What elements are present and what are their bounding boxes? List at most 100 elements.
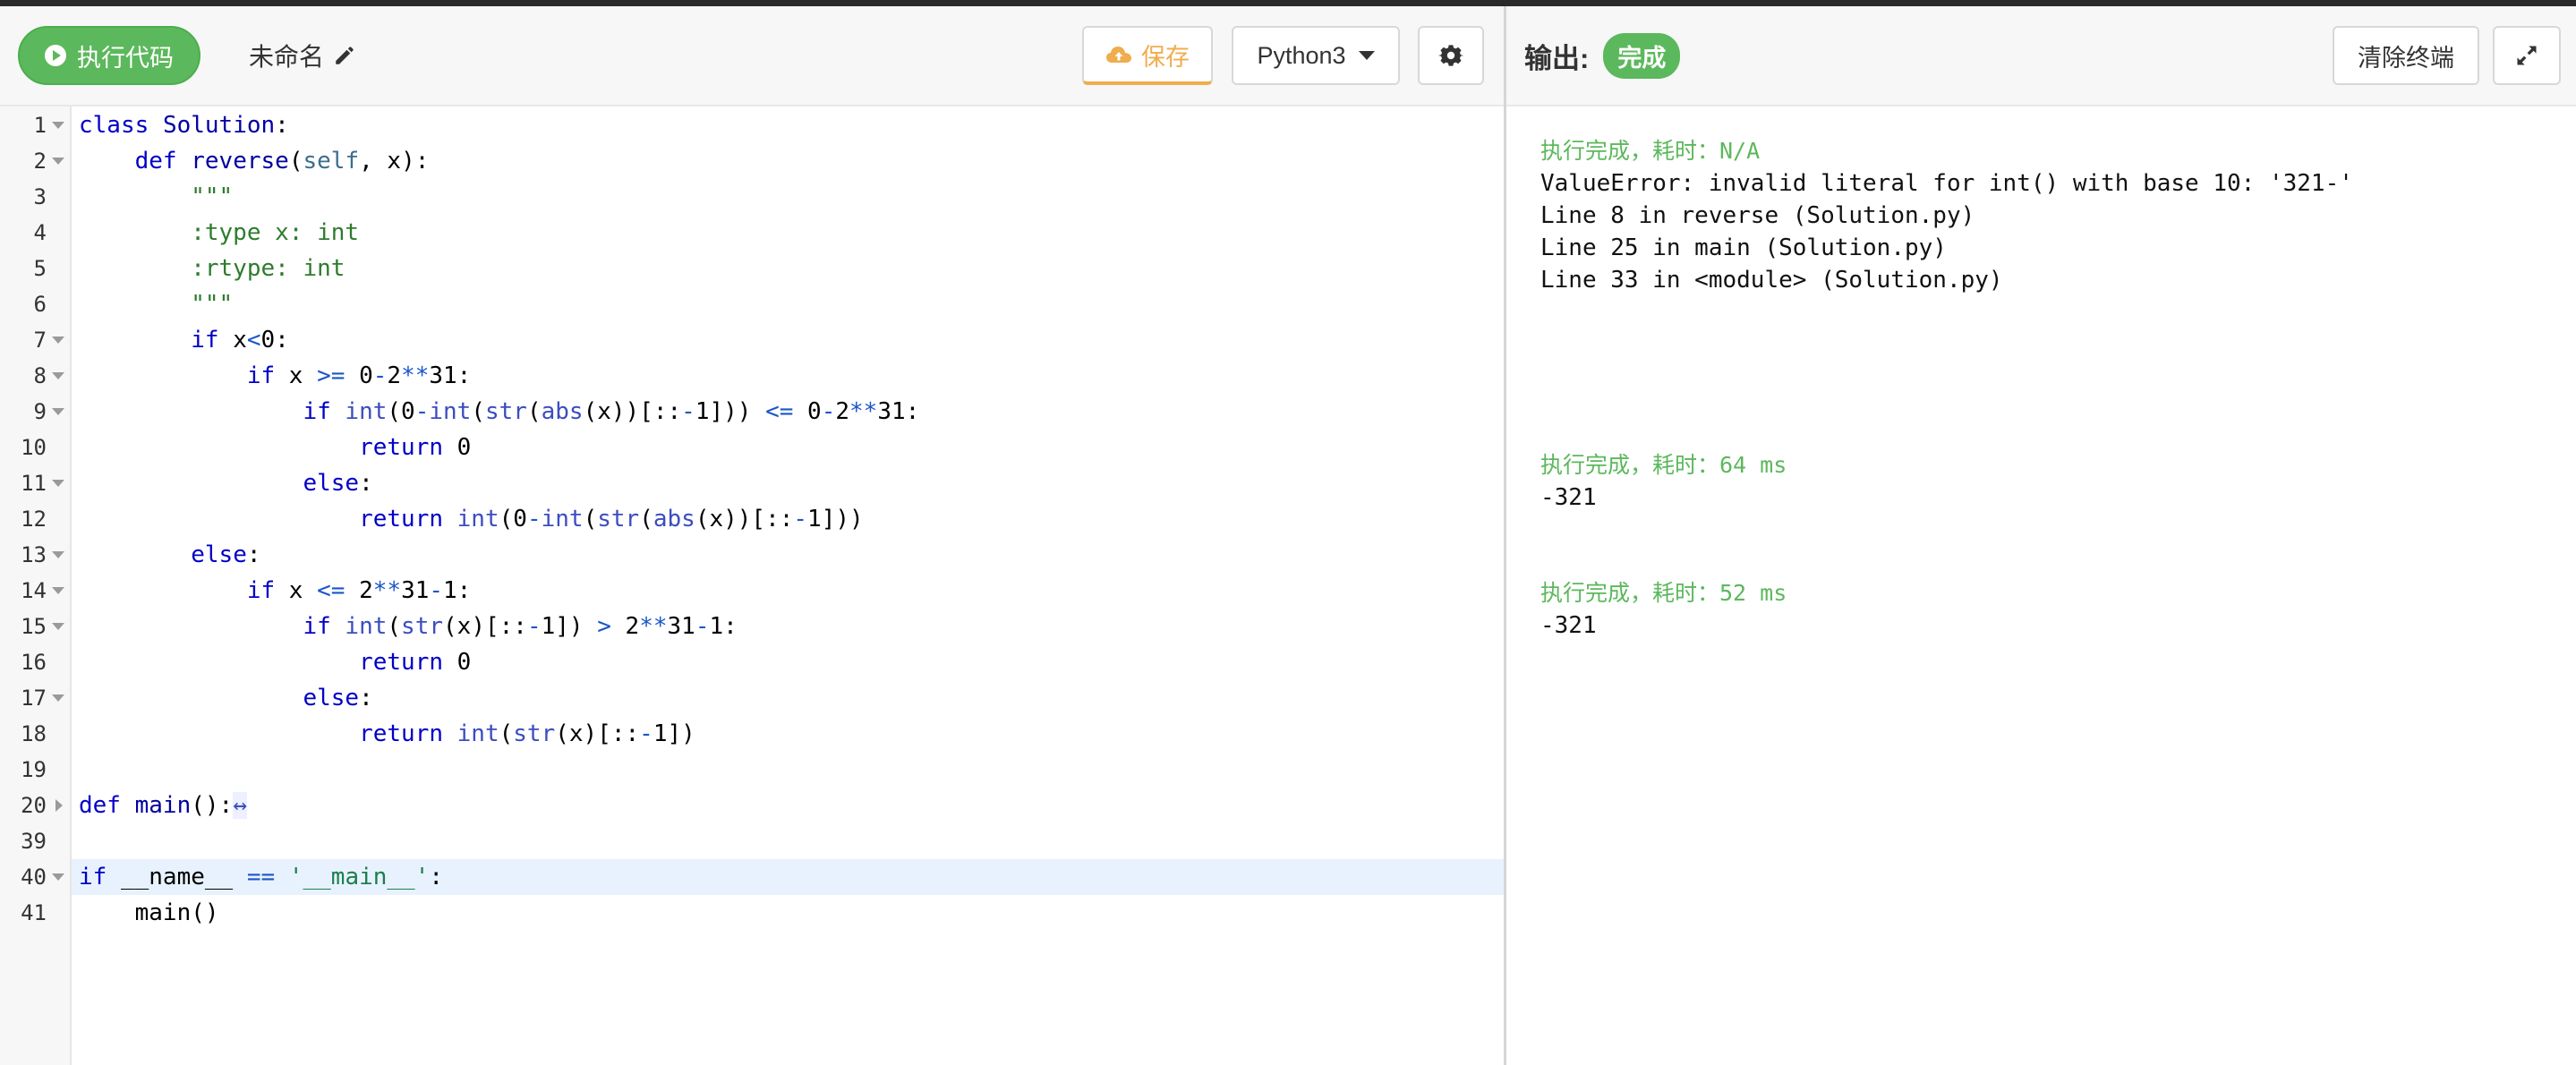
code-line[interactable]: :type x: int	[72, 215, 1504, 251]
output-line: Line 8 in reverse (Solution.py)	[1540, 202, 1975, 229]
output-line: -321	[1540, 484, 1597, 511]
code-text: """	[79, 291, 234, 318]
code-text: return int(str(x)[::-1])	[359, 720, 695, 747]
code-line[interactable]: class Solution:	[72, 107, 1504, 143]
fold-collapse-icon[interactable]	[52, 480, 64, 487]
line-number-gutter: 1 2 3 4 5 6 7 8 9 10 11 12 13 14 15 16 17 18 19 20 39 40 41	[0, 106, 72, 1065]
line-number: 18	[21, 721, 47, 746]
fold-collapse-icon[interactable]	[52, 337, 64, 344]
line-number: 40	[21, 865, 47, 890]
run-code-button[interactable]: 执行代码	[18, 26, 200, 85]
fold-expand-icon[interactable]	[55, 799, 63, 812]
settings-button[interactable]	[1418, 26, 1484, 85]
save-button[interactable]: 保存	[1082, 26, 1213, 85]
code-line[interactable]: else:	[72, 465, 1504, 501]
cloud-upload-icon	[1106, 47, 1131, 63]
line-number: 13	[21, 542, 47, 567]
output-terminal: 执行完成，耗时：N/A ValueError: invalid literal f…	[1506, 106, 2576, 1065]
code-text: if x >= 0-2**31:	[246, 362, 472, 389]
code-line[interactable]: return 0	[72, 644, 1504, 680]
code-line[interactable]: if int(0-int(str(abs(x))[::-1])) <= 0-2*…	[72, 394, 1504, 430]
code-line[interactable]: if int(str(x)[::-1]) > 2**31-1:	[72, 609, 1504, 644]
caret-down-icon	[1358, 51, 1375, 60]
code-text: :type x: int	[79, 219, 360, 246]
line-number: 16	[21, 650, 47, 675]
gear-icon	[1438, 45, 1463, 66]
code-line[interactable]: return int(str(x)[::-1])	[72, 716, 1504, 752]
code-line[interactable]: main()	[72, 895, 1504, 931]
code-text: main()	[79, 899, 219, 926]
fold-collapse-icon[interactable]	[52, 158, 64, 165]
code-line[interactable]: if __name__ == '__main__':	[72, 859, 1504, 895]
line-number: 2	[33, 149, 47, 174]
code-line[interactable]: def reverse(self, x):	[72, 143, 1504, 179]
code-line[interactable]	[72, 823, 1504, 859]
run-code-label: 执行代码	[77, 44, 174, 72]
output-line: Line 25 in main (Solution.py)	[1540, 234, 1947, 261]
code-text: """	[79, 183, 234, 210]
code-line[interactable]: return 0	[72, 430, 1504, 465]
code-line[interactable]: if x <= 2**31-1:	[72, 573, 1504, 609]
fold-collapse-icon[interactable]	[52, 873, 64, 881]
fold-collapse-icon[interactable]	[52, 551, 64, 558]
output-toolbar: 输出: 完成 清除终端	[1506, 6, 2576, 106]
code-text: if x<0:	[191, 327, 289, 354]
output-line: -321	[1540, 612, 1597, 639]
code-line[interactable]	[72, 752, 1504, 788]
line-number: 5	[33, 256, 47, 281]
code-text: return 0	[359, 649, 472, 676]
code-line[interactable]: else:	[72, 680, 1504, 716]
code-text: if int(str(x)[::-1]) > 2**31-1:	[303, 613, 738, 640]
code-line[interactable]: def main():↔	[72, 788, 1504, 823]
line-number: 17	[21, 686, 47, 711]
line-number: 14	[21, 578, 47, 603]
code-line[interactable]: if x >= 0-2**31:	[72, 358, 1504, 394]
code-text: if x <= 2**31-1:	[246, 577, 472, 604]
language-label: Python3	[1257, 41, 1346, 69]
output-title-label: 输出:	[1524, 42, 1590, 74]
code-text: else:	[191, 541, 261, 568]
window-top-strip	[0, 0, 2576, 6]
code-text: else:	[303, 470, 373, 497]
fold-collapse-icon[interactable]	[52, 122, 64, 129]
line-number: 8	[33, 363, 47, 388]
file-name[interactable]: 未命名	[249, 26, 356, 85]
expand-button[interactable]	[2493, 26, 2561, 85]
output-block: 执行完成，耗时：52 ms -321	[1540, 577, 1787, 642]
fold-collapse-icon[interactable]	[52, 694, 64, 702]
code-editor[interactable]: class Solution: def reverse(self, x): ""…	[72, 106, 1504, 1065]
fold-collapse-icon[interactable]	[52, 587, 64, 594]
line-number: 41	[21, 900, 47, 925]
language-select[interactable]: Python3	[1232, 26, 1400, 85]
code-line[interactable]: """	[72, 286, 1504, 322]
code-text: def reverse(self, x):	[134, 148, 430, 175]
line-number: 3	[33, 184, 47, 209]
execution-status: 执行完成，耗时：52 ms	[1540, 580, 1787, 606]
line-number: 39	[21, 829, 47, 854]
line-number: 12	[21, 507, 47, 532]
code-line[interactable]: """	[72, 179, 1504, 215]
status-badge: 完成	[1603, 32, 1681, 79]
expand-icon	[2517, 46, 2537, 65]
execution-status: 执行完成，耗时：N/A	[1540, 138, 1761, 164]
code-text: def main():↔	[79, 792, 247, 819]
line-number: 15	[21, 614, 47, 639]
code-line[interactable]: else:	[72, 537, 1504, 573]
fold-collapse-icon[interactable]	[52, 408, 64, 415]
folded-code-marker[interactable]: ↔	[233, 792, 247, 819]
pencil-icon[interactable]	[333, 44, 356, 67]
output-block: 执行完成，耗时：64 ms -321	[1540, 449, 1787, 514]
output-block: 执行完成，耗时：N/A ValueError: invalid literal f…	[1540, 135, 2353, 296]
code-line[interactable]: if x<0:	[72, 322, 1504, 358]
fold-collapse-icon[interactable]	[52, 623, 64, 630]
fold-collapse-icon[interactable]	[52, 372, 64, 379]
code-line[interactable]: return int(0-int(str(abs(x))[::-1]))	[72, 501, 1504, 537]
clear-terminal-button[interactable]: 清除终端	[2333, 26, 2479, 85]
line-number: 9	[33, 399, 47, 424]
code-line[interactable]: :rtype: int	[72, 251, 1504, 286]
code-text: if __name__ == '__main__':	[79, 864, 444, 890]
line-number: 11	[21, 471, 47, 496]
line-number: 1	[33, 113, 47, 138]
